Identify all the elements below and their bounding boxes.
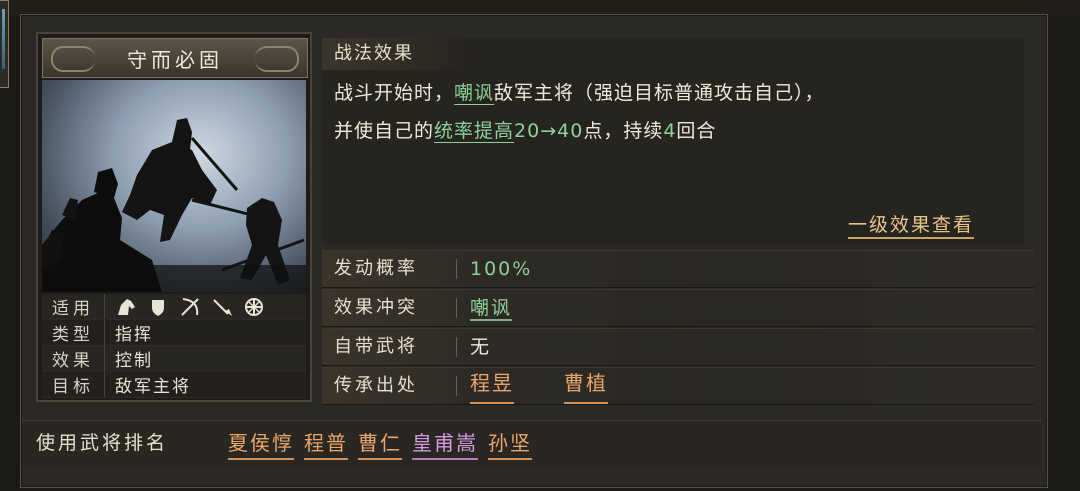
usage-ranking-generals: 夏侯惇 程普 曹仁 皇甫嵩 孙坚 [228,428,532,460]
attr-label: 效果冲突 [322,290,464,326]
divider [456,298,457,318]
inheritance-generals: 程昱 曹植 [470,368,608,404]
bow-icon [179,297,201,317]
info-row-target: 目标 敌军主将 [42,372,306,398]
general-link[interactable]: 夏侯惇 [228,428,294,460]
spear-icon [211,297,233,317]
general-link[interactable]: 程普 [304,428,348,460]
info-label: 适用 [42,294,105,319]
native-general-value: 无 [470,336,492,358]
keyword-taunt-link[interactable]: 嘲讽 [454,82,495,105]
effect-description: 战斗开始时，嘲讽敌军主将（强迫目标普通攻击自己）， 并使自己的统率提高20→40… [334,74,1014,150]
siege-icon [243,297,265,317]
effect-section-title: 战法效果 [322,38,474,70]
card-title: 守而必固 [127,47,223,72]
shield-icon [147,297,169,317]
card-artwork [42,80,306,292]
general-link[interactable]: 曹仁 [358,428,402,460]
info-row-type: 类型 指挥 [42,320,306,346]
effect-line-1: 战斗开始时，嘲讽敌军主将（强迫目标普通攻击自己）， [334,74,1014,112]
attr-row-inheritance-source: 传承出处 程昱 曹植 [322,367,1034,405]
attr-label: 传承出处 [322,368,464,404]
general-link[interactable]: 程昱 [470,368,514,404]
troop-type-icons [105,297,265,317]
card-title-bar: 守而必固 [42,38,308,78]
effect-text: 敌军主将（强迫目标普通攻击自己）， [494,82,825,104]
attr-label: 发动概率 [322,251,464,287]
title-ornament-left [51,46,95,72]
divider [456,259,457,279]
info-value: 指挥 [115,325,153,345]
conflict-keyword-link[interactable]: 嘲讽 [470,297,513,321]
info-label: 效果 [42,346,105,371]
info-label: 目标 [42,372,105,397]
info-label: 类型 [42,320,105,345]
effect-duration: 4 [663,120,677,142]
attr-row-trigger-rate: 发动概率 100% [322,250,1034,288]
trigger-rate-value: 100% [470,258,533,280]
divider [456,376,457,396]
effect-text: 战斗开始时， [334,82,455,104]
tactic-card: 守而必固 适用 类型 指挥 效果 控制 目标 敌军主将 [36,32,312,402]
general-link[interactable]: 皇甫嵩 [412,428,478,460]
general-link[interactable]: 曹植 [564,368,608,404]
cavalry-icon [115,297,137,317]
info-value: 控制 [115,351,153,371]
title-ornament-right [255,46,299,72]
attr-row-native-general: 自带武将 无 [322,328,1034,366]
keyword-command-boost-link[interactable]: 统率提高 [434,120,515,143]
effect-text: 点，持续 [583,120,664,142]
attr-label: 自带武将 [322,329,464,365]
effect-text: 回合 [676,120,717,142]
card-info-table: 适用 类型 指挥 效果 控制 目标 敌军主将 [42,294,306,398]
level-one-effect-link[interactable]: 一级效果查看 [848,210,975,239]
general-link[interactable]: 孙坚 [488,428,532,460]
battle-silhouette-art [42,118,306,292]
attr-row-effect-conflict: 效果冲突 嘲讽 [322,289,1034,327]
usage-ranking-bar [22,420,1042,469]
conflict-value-wrapper: 嘲讽 [470,290,513,326]
info-row-effect: 效果 控制 [42,346,306,372]
effect-text: 并使自己的 [334,120,435,142]
info-value: 敌军主将 [115,377,191,397]
effect-line-2: 并使自己的统率提高20→40点，持续4回合 [334,112,1014,150]
divider [456,337,457,357]
usage-ranking-label: 使用武将排名 [36,432,169,454]
info-row-applicable: 适用 [42,294,306,320]
effect-value-range: 20→40 [514,120,584,142]
side-tab[interactable] [0,0,9,88]
